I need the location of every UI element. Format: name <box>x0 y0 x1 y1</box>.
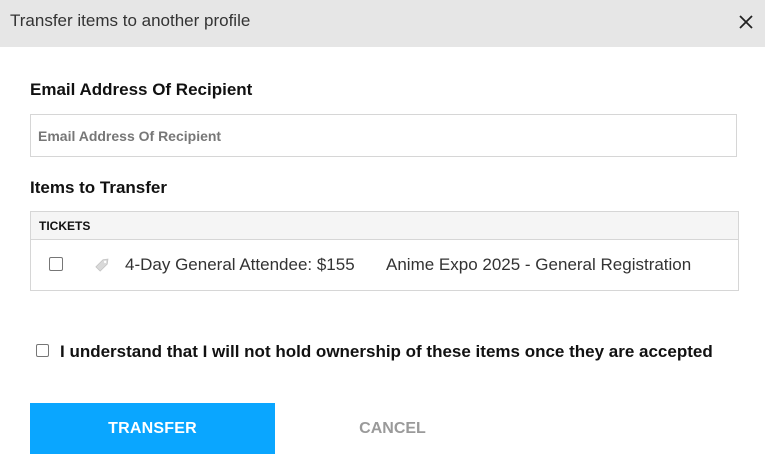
acknowledge-checkbox[interactable] <box>36 344 49 357</box>
close-icon <box>739 15 753 29</box>
email-field[interactable] <box>30 114 737 157</box>
tickets-table: TICKETS 4-Day General Attendee: $155 Ani… <box>30 211 739 291</box>
email-label: Email Address Of Recipient <box>30 80 253 99</box>
modal-title: Transfer items to another profile <box>10 11 251 30</box>
close-button[interactable] <box>735 11 757 33</box>
modal-header: Transfer items to another profile <box>0 0 765 47</box>
transfer-modal: Transfer items to another profile Email … <box>0 0 765 469</box>
ticket-event: Anime Expo 2025 - General Registration <box>386 255 692 274</box>
acknowledge-label: I understand that I will not hold owners… <box>60 342 713 361</box>
ticket-tag-icon <box>95 258 109 272</box>
tickets-section-header: TICKETS <box>31 212 738 240</box>
ticket-name: 4-Day General Attendee: $155 <box>125 255 355 274</box>
ticket-checkbox[interactable] <box>49 257 63 271</box>
transfer-button[interactable]: TRANSFER <box>30 403 275 454</box>
cancel-button[interactable]: CANCEL <box>330 403 455 454</box>
ticket-row: 4-Day General Attendee: $155 Anime Expo … <box>31 240 738 290</box>
items-label: Items to Transfer <box>30 178 167 197</box>
